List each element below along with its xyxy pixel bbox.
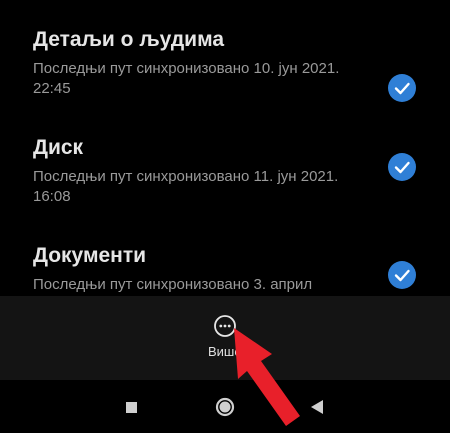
recents-square-icon[interactable] <box>120 396 142 418</box>
checkbox-checked-icon[interactable] <box>388 74 416 102</box>
sync-item-subtitle: Последњи пут синхронизовано 3. април <box>33 276 313 293</box>
sync-item-documents[interactable]: Документи Последњи пут синхронизовано 3.… <box>0 244 450 296</box>
checkbox-checked-icon[interactable] <box>388 153 416 181</box>
more-label: Више <box>208 344 242 359</box>
bottom-action-bar: Више <box>0 296 450 380</box>
sync-item-title: Детаљи о људима <box>33 28 225 51</box>
sync-item-subtitle: Последњи пут синхронизовано 11. јун 2021… <box>33 168 339 205</box>
home-circle-icon[interactable] <box>214 396 236 418</box>
sync-item-title: Диск <box>33 136 84 159</box>
sync-item-drive[interactable]: Диск Последњи пут синхронизовано 11. јун… <box>0 136 450 206</box>
sync-item-title: Документи <box>33 244 147 267</box>
sync-item-subtitle: Последњи пут синхронизовано 10. јун 2021… <box>33 60 340 97</box>
checkbox-checked-icon[interactable] <box>388 261 416 289</box>
sync-item-people-details[interactable]: Детаљи о људима Последњи пут синхронизов… <box>0 28 450 102</box>
more-horizontal-circle-icon <box>214 315 236 337</box>
back-triangle-icon[interactable] <box>306 396 328 418</box>
sync-list: Детаљи о људима Последњи пут синхронизов… <box>0 0 450 296</box>
more-button[interactable]: Више <box>200 310 250 366</box>
system-navigation-bar <box>0 380 450 433</box>
